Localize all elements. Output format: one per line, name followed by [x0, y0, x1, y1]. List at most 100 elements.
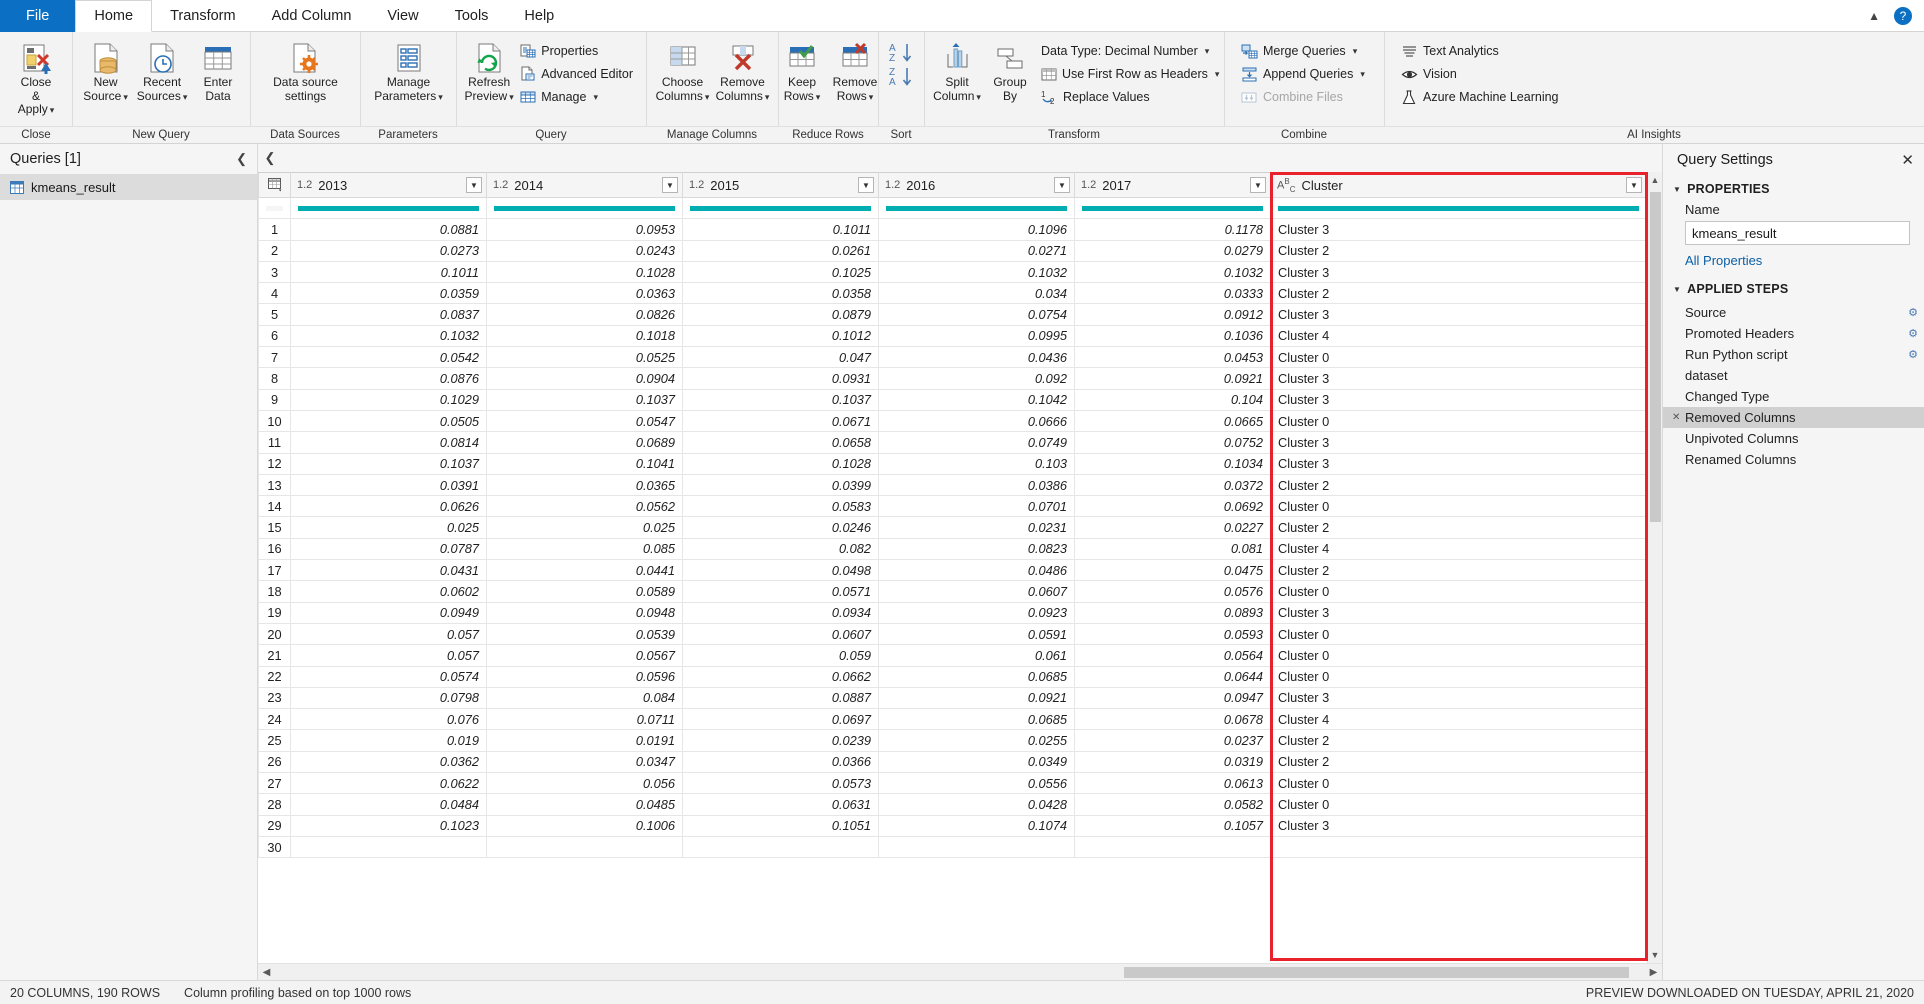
cell-cluster[interactable]: Cluster 0: [1271, 410, 1647, 431]
cell-2013[interactable]: 0.0574: [291, 666, 487, 687]
cell-2016[interactable]: 0.0823: [879, 538, 1075, 559]
row-number-cell[interactable]: 19: [259, 602, 291, 623]
row-number-cell[interactable]: 11: [259, 432, 291, 453]
sort-ascending-icon[interactable]: A Z: [887, 41, 917, 65]
row-number-cell[interactable]: 13: [259, 474, 291, 495]
applied-step-changed-type[interactable]: Changed Type: [1663, 386, 1924, 407]
cell-2015[interactable]: 0.0583: [683, 496, 879, 517]
scroll-right-arrow-icon[interactable]: ▶: [1645, 967, 1662, 978]
tab-transform[interactable]: Transform: [152, 0, 254, 32]
cell-2016[interactable]: 0.0271: [879, 240, 1075, 261]
table-row[interactable]: 120.10370.10410.10280.1030.1034Cluster 3: [259, 453, 1647, 474]
tab-add-column[interactable]: Add Column: [254, 0, 370, 32]
table-row[interactable]: 100.05050.05470.06710.06660.0665Cluster …: [259, 410, 1647, 431]
recent-sources-button[interactable]: Recent Sources▾: [133, 37, 191, 107]
table-row[interactable]: 160.07870.0850.0820.08230.081Cluster 4: [259, 538, 1647, 559]
text-analytics-button[interactable]: Text Analytics: [1397, 40, 1566, 62]
cell-2017[interactable]: 0.0644: [1075, 666, 1271, 687]
tab-home[interactable]: Home: [75, 0, 152, 32]
gear-icon[interactable]: ⚙: [1908, 348, 1918, 361]
cell-cluster[interactable]: Cluster 2: [1271, 560, 1647, 581]
cell-2016[interactable]: 0.0749: [879, 432, 1075, 453]
cell-2014[interactable]: 0.0589: [487, 581, 683, 602]
chevron-down-icon[interactable]: ▾: [593, 92, 598, 103]
column-filter-2015-button[interactable]: ▼: [858, 177, 874, 193]
cell-cluster[interactable]: [1271, 836, 1647, 857]
cell-cluster[interactable]: Cluster 3: [1271, 432, 1647, 453]
cell-2013[interactable]: 0.1023: [291, 815, 487, 836]
cell-2013[interactable]: 0.0362: [291, 751, 487, 772]
refresh-preview-button[interactable]: Refresh Preview▾: [463, 37, 515, 107]
row-number-cell[interactable]: 17: [259, 560, 291, 581]
chevron-down-icon[interactable]: ▾: [1353, 46, 1358, 57]
row-number-cell[interactable]: 12: [259, 453, 291, 474]
row-number-cell[interactable]: 29: [259, 815, 291, 836]
cell-2016[interactable]: 0.1042: [879, 389, 1075, 410]
data-type-button[interactable]: Data Type: Decimal Number ▾: [1037, 40, 1226, 62]
table-row[interactable]: 20.02730.02430.02610.02710.0279Cluster 2: [259, 240, 1647, 261]
cell-2016[interactable]: 0.103: [879, 453, 1075, 474]
cell-cluster[interactable]: Cluster 0: [1271, 794, 1647, 815]
cell-2013[interactable]: 0.0622: [291, 773, 487, 794]
cell-2013[interactable]: 0.057: [291, 645, 487, 666]
vertical-scroll-thumb[interactable]: [1650, 192, 1661, 522]
merge-queries-button[interactable]: Merge Queries ▾: [1237, 40, 1372, 62]
sort-descending-icon[interactable]: Z A: [887, 65, 917, 89]
column-header-2014[interactable]: 1.2 2014 ▼: [487, 173, 683, 198]
gear-icon[interactable]: ⚙: [1908, 306, 1918, 319]
column-filter-2017-button[interactable]: ▼: [1250, 177, 1266, 193]
cell-2017[interactable]: 0.1036: [1075, 325, 1271, 346]
cell-2015[interactable]: 0.0246: [683, 517, 879, 538]
table-row[interactable]: 140.06260.05620.05830.07010.0692Cluster …: [259, 496, 1647, 517]
cell-2013[interactable]: 0.0626: [291, 496, 487, 517]
cell-2017[interactable]: 0.0613: [1075, 773, 1271, 794]
cell-2014[interactable]: 0.0525: [487, 347, 683, 368]
table-row[interactable]: 230.07980.0840.08870.09210.0947Cluster 3: [259, 687, 1647, 708]
table-row[interactable]: 190.09490.09480.09340.09230.0893Cluster …: [259, 602, 1647, 623]
cell-2013[interactable]: 0.0837: [291, 304, 487, 325]
select-all-columns-button[interactable]: [259, 173, 291, 198]
cell-2014[interactable]: 0.0711: [487, 709, 683, 730]
cell-2014[interactable]: 0.084: [487, 687, 683, 708]
cell-cluster[interactable]: Cluster 3: [1271, 453, 1647, 474]
row-number-cell[interactable]: 27: [259, 773, 291, 794]
cell-2015[interactable]: 0.1028: [683, 453, 879, 474]
cell-2016[interactable]: 0.061: [879, 645, 1075, 666]
row-number-cell[interactable]: 20: [259, 623, 291, 644]
column-filter-2014-button[interactable]: ▼: [662, 177, 678, 193]
table-row[interactable]: 250.0190.01910.02390.02550.0237Cluster 2: [259, 730, 1647, 751]
cell-2014[interactable]: 0.1018: [487, 325, 683, 346]
cell-2017[interactable]: 0.0227: [1075, 517, 1271, 538]
cell-2015[interactable]: 0.1025: [683, 261, 879, 282]
row-number-cell[interactable]: 4: [259, 283, 291, 304]
cell-2014[interactable]: 0.0539: [487, 623, 683, 644]
cell-2017[interactable]: 0.0319: [1075, 751, 1271, 772]
cell-cluster[interactable]: Cluster 0: [1271, 666, 1647, 687]
cell-2015[interactable]: 0.1011: [683, 219, 879, 240]
column-filter-2016-button[interactable]: ▼: [1054, 177, 1070, 193]
cell-2015[interactable]: 0.1012: [683, 325, 879, 346]
scroll-up-arrow-icon[interactable]: ▲: [1648, 172, 1663, 188]
cell-2015[interactable]: 0.0239: [683, 730, 879, 751]
cell-2014[interactable]: 0.0365: [487, 474, 683, 495]
row-number-cell[interactable]: 6: [259, 325, 291, 346]
cell-2013[interactable]: 0.0484: [291, 794, 487, 815]
table-row[interactable]: 150.0250.0250.02460.02310.0227Cluster 2: [259, 517, 1647, 538]
table-row[interactable]: 80.08760.09040.09310.0920.0921Cluster 3: [259, 368, 1647, 389]
cell-2014[interactable]: 0.0567: [487, 645, 683, 666]
cell-2016[interactable]: 0.0685: [879, 666, 1075, 687]
cell-2017[interactable]: 0.0947: [1075, 687, 1271, 708]
cell-2017[interactable]: 0.0678: [1075, 709, 1271, 730]
table-row[interactable]: 290.10230.10060.10510.10740.1057Cluster …: [259, 815, 1647, 836]
cell-2015[interactable]: 0.0658: [683, 432, 879, 453]
data-source-settings-button[interactable]: Data source settings: [264, 37, 347, 106]
cell-2013[interactable]: 0.0542: [291, 347, 487, 368]
cell-2015[interactable]: 0.0662: [683, 666, 879, 687]
cell-2013[interactable]: 0.0881: [291, 219, 487, 240]
azure-machine-learning-button[interactable]: Azure Machine Learning: [1397, 86, 1566, 108]
column-header-cluster[interactable]: ABC Cluster ▼: [1271, 173, 1647, 198]
row-number-cell[interactable]: 30: [259, 836, 291, 857]
cell-2017[interactable]: 0.0333: [1075, 283, 1271, 304]
table-row[interactable]: 220.05740.05960.06620.06850.0644Cluster …: [259, 666, 1647, 687]
cell-cluster[interactable]: Cluster 2: [1271, 240, 1647, 261]
